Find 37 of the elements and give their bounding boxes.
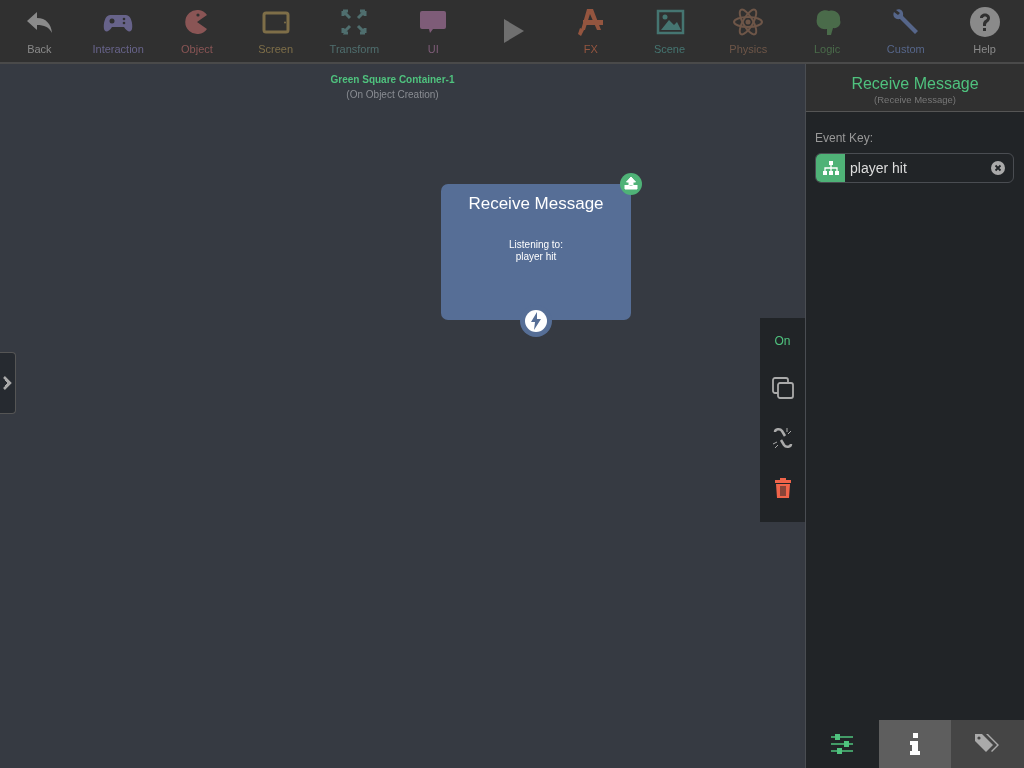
behavior-node[interactable]: Receive Message Listening to: player hit (441, 184, 631, 320)
unlink-button[interactable] (770, 426, 795, 450)
object-name: Green Square Container-1 (329, 73, 456, 87)
broken-link-icon (770, 426, 795, 450)
field-value: player hit (849, 158, 908, 178)
toolbar-button[interactable]: FX (551, 0, 631, 62)
clear-icon[interactable] (991, 161, 1005, 175)
node-description: Listening to: player hit (509, 238, 563, 264)
toolbar-button[interactable]: Transform (315, 0, 394, 62)
tags-icon (973, 733, 1002, 755)
event-key-field[interactable]: player hit (815, 153, 1014, 183)
inspector-title: Receive Message (850, 75, 980, 93)
sliders-icon (830, 734, 855, 754)
expand-handle[interactable] (0, 352, 16, 414)
toolbar-button[interactable]: UI (393, 0, 473, 62)
toolbar-button[interactable]: Logic (787, 0, 867, 62)
copy-icon (770, 376, 795, 400)
toolbar-button[interactable]: Interaction (78, 0, 158, 62)
chevron-icon (2, 375, 13, 391)
info-icon (909, 733, 921, 755)
node-title: Receive Message (468, 193, 604, 215)
trigger-label: (On Object Creation) (345, 88, 440, 102)
toolbar-button[interactable]: Physics (708, 0, 788, 62)
inspector-subtitle: (Receive Message) (873, 92, 957, 107)
toolbar-button[interactable]: Custom (866, 0, 946, 62)
toolbar-button[interactable]: Back (0, 0, 79, 62)
upload-icon[interactable] (620, 173, 642, 195)
inspector-tab[interactable] (878, 720, 952, 768)
hierarchy-icon (821, 160, 840, 176)
toolbar-button[interactable]: Scene (630, 0, 709, 62)
field-label: Event Key: (815, 131, 874, 145)
toolbar-button[interactable]: Screen (236, 0, 316, 62)
toolbar-button[interactable]: Object (157, 0, 237, 62)
toolbar-button[interactable]: Help (945, 0, 1024, 62)
inspector-tab[interactable] (951, 720, 1024, 768)
toggle-button[interactable]: On (774, 332, 791, 350)
duplicate-button[interactable] (770, 376, 795, 400)
